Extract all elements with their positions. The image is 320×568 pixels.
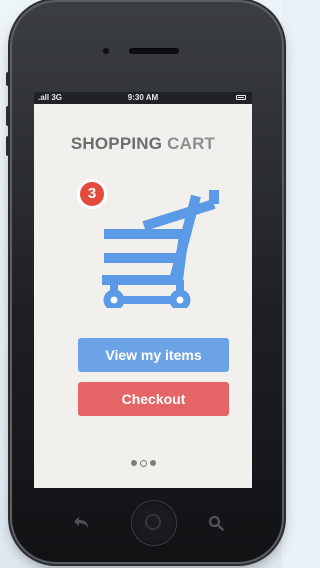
back-arrow-icon[interactable] [74, 516, 92, 530]
title-word-shopping: SHOPPING [70, 134, 163, 153]
phone-screen: .all 3G 9:30 AM SHOPPING CART 3 View my … [34, 92, 252, 488]
front-camera [103, 48, 109, 54]
mute-switch [6, 72, 10, 86]
home-button[interactable] [132, 501, 176, 545]
status-time: 9:30 AM [127, 93, 159, 102]
volume-up-button [6, 106, 10, 126]
page-dot-3[interactable] [149, 460, 156, 466]
page-indicator[interactable] [34, 460, 252, 468]
battery-icon [236, 95, 246, 100]
title-word-cart: CART [167, 134, 216, 153]
cart-count-badge: 3 [80, 182, 104, 206]
status-bar: .all 3G 9:30 AM [34, 92, 252, 104]
checkout-button[interactable]: Checkout [78, 382, 229, 416]
view-my-items-button[interactable]: View my items [78, 338, 229, 372]
search-icon[interactable] [208, 515, 224, 531]
volume-down-button [6, 136, 10, 156]
page-dot-2[interactable] [140, 460, 146, 466]
earpiece-speaker [129, 48, 179, 54]
page-dot-1[interactable] [130, 460, 137, 466]
page-title: SHOPPING CART [34, 134, 252, 154]
